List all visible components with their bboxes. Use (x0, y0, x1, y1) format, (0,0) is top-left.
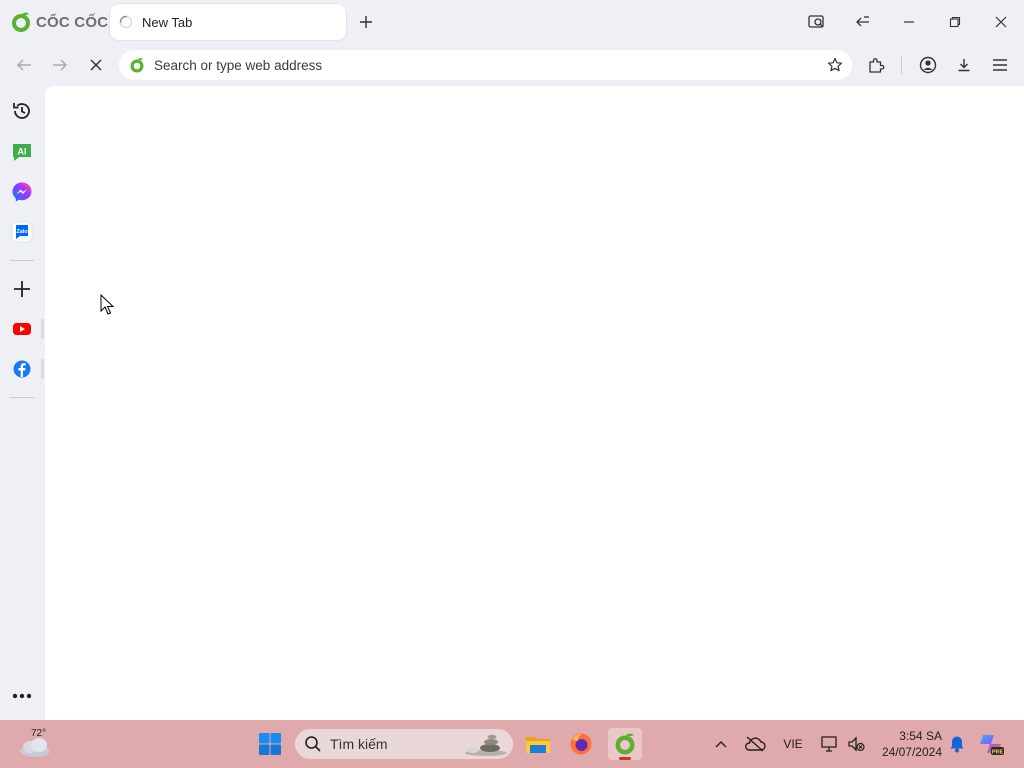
sidebar-item-zalo[interactable]: Zalo (8, 218, 36, 246)
taskbar-search[interactable]: Tìm kiếm (295, 729, 513, 759)
stop-loading-button[interactable] (82, 51, 110, 79)
search-highlight-stones-icon (465, 734, 507, 756)
sidebar-item-youtube[interactable] (8, 315, 36, 343)
show-hidden-icons-button[interactable] (710, 732, 732, 756)
download-icon (958, 59, 970, 72)
restore-button[interactable] (940, 8, 970, 36)
plus-icon (14, 281, 30, 297)
taskbar-app-coccoc[interactable] (608, 728, 642, 760)
copilot-badge: PRE (992, 749, 1004, 755)
onedrive-tray-button[interactable] (742, 732, 768, 756)
sidebar-item-history[interactable] (8, 97, 36, 125)
taskbar-app-file-explorer[interactable] (521, 728, 555, 760)
forward-button[interactable] (46, 51, 74, 79)
clock-date: 24/07/2024 (881, 745, 942, 759)
zalo-icon: Zalo (11, 221, 33, 243)
taskbar-clock[interactable]: 3:54 SA 24/07/2024 (874, 728, 942, 760)
mouse-cursor-icon (100, 294, 114, 315)
volume-tray-button[interactable] (844, 732, 868, 756)
windows-start-icon (259, 733, 281, 755)
back-history-button[interactable] (848, 8, 878, 36)
sidebar-more-button[interactable] (8, 682, 36, 710)
puzzle-icon (869, 58, 885, 73)
minimize-icon (904, 21, 914, 23)
coccoc-logo[interactable]: CỐC CỐC (10, 9, 108, 35)
tab-new-tab[interactable]: New Tab (110, 4, 346, 40)
new-tab-button[interactable] (354, 10, 378, 34)
back-button[interactable] (10, 51, 38, 79)
undo-arrow-icon (856, 16, 869, 27)
network-tray-button[interactable] (818, 732, 842, 756)
tab-search-button[interactable] (802, 8, 832, 36)
network-icon (821, 736, 837, 752)
youtube-icon (13, 323, 31, 335)
close-window-button[interactable] (986, 8, 1016, 36)
weather-widget[interactable]: 72° (18, 727, 58, 761)
profile-button[interactable] (914, 51, 942, 79)
forward-arrow-icon (53, 59, 68, 71)
close-icon (995, 16, 1007, 28)
title-bar: CỐC CỐC New Tab (0, 0, 1024, 44)
menu-button[interactable] (986, 51, 1014, 79)
active-app-indicator (619, 757, 631, 760)
coccoc-search-icon (130, 58, 144, 73)
taskbar-search-label: Tìm kiếm (330, 736, 388, 752)
brand-name: CỐC CỐC (36, 13, 109, 31)
firefox-icon (570, 733, 592, 755)
bookmark-button[interactable] (824, 54, 846, 76)
navigation-bar (0, 44, 1024, 86)
sidebar-item-facebook[interactable] (8, 355, 36, 383)
minimize-button[interactable] (894, 8, 924, 36)
address-input[interactable] (152, 56, 796, 74)
search-icon (305, 736, 321, 752)
bell-icon (950, 736, 964, 753)
downloads-button[interactable] (950, 51, 978, 79)
start-button[interactable] (256, 730, 284, 758)
tab-search-icon (808, 15, 824, 28)
back-arrow-icon (16, 59, 31, 71)
clock-time: 3:54 SA (899, 729, 942, 743)
profile-icon (919, 56, 937, 74)
tab-title: New Tab (142, 14, 193, 30)
sidebar-separator (10, 397, 34, 398)
history-icon (13, 103, 30, 119)
facebook-icon (13, 360, 31, 378)
taskbar: 72° Tìm kiếm VIE 3:54 SA 24/07/2024 PRE (0, 720, 1024, 768)
sidebar: AI Zalo (0, 86, 44, 720)
youtube-pinned-indicator (41, 319, 44, 339)
notifications-button[interactable] (946, 732, 968, 756)
page-content[interactable] (45, 86, 1024, 720)
toolbar-separator (901, 56, 902, 74)
loading-spinner-icon (119, 15, 133, 29)
taskbar-app-firefox[interactable] (564, 728, 598, 760)
more-dots-icon (12, 693, 32, 699)
cloud-off-icon (745, 736, 766, 752)
input-language[interactable]: VIE (778, 732, 808, 756)
plus-icon (360, 16, 372, 28)
facebook-pinned-indicator (41, 359, 44, 379)
sidebar-separator (10, 260, 34, 261)
coccoc-logo-icon (12, 12, 30, 32)
sidebar-item-add[interactable] (8, 275, 36, 303)
stop-icon (90, 59, 102, 71)
extensions-button[interactable] (862, 51, 890, 79)
hamburger-menu-icon (993, 59, 1007, 71)
messenger-icon (12, 182, 32, 202)
sidebar-item-messenger[interactable] (8, 178, 36, 206)
address-bar[interactable] (119, 50, 852, 80)
ai-chat-icon: AI (13, 144, 31, 161)
coccoc-icon (615, 733, 635, 755)
chevron-up-icon (715, 741, 727, 748)
svg-text:Zalo: Zalo (16, 229, 28, 235)
speaker-muted-icon (848, 736, 865, 752)
restore-icon (949, 16, 961, 28)
sidebar-item-ai-chat[interactable]: AI (8, 138, 36, 166)
svg-text:AI: AI (18, 147, 27, 157)
copilot-icon: PRE (980, 735, 1004, 755)
file-explorer-icon (526, 737, 550, 753)
weather-temperature: 72° (31, 728, 47, 739)
copilot-button[interactable]: PRE (978, 732, 1006, 756)
star-icon (827, 57, 843, 72)
